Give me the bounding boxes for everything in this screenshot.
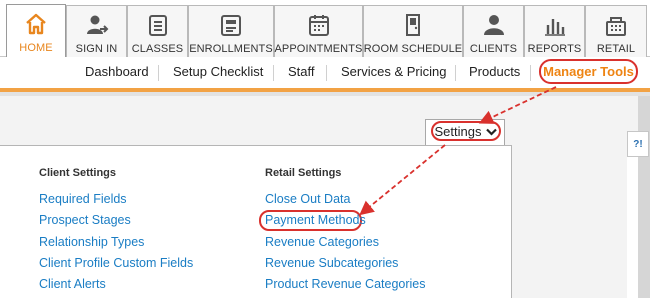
link-required-fields[interactable]: Required Fields: [39, 192, 127, 206]
link-client-alerts[interactable]: Client Alerts: [39, 277, 106, 291]
client-settings-heading: Client Settings: [39, 167, 117, 179]
subnav-divider: [530, 65, 531, 81]
enrollments-icon: [218, 12, 244, 38]
link-payment-methods[interactable]: Payment Methods: [265, 213, 366, 227]
link-product-revenue-categories[interactable]: Product Revenue Categories: [265, 277, 426, 291]
subnav-setup-checklist[interactable]: Setup Checklist: [173, 64, 263, 79]
vertical-scrollbar[interactable]: [638, 96, 650, 298]
subnav-divider: [158, 65, 159, 81]
classes-icon: [145, 12, 171, 38]
tab-label: ENROLLMENTS: [189, 43, 273, 55]
link-revenue-subcategories[interactable]: Revenue Subcategories: [265, 256, 398, 270]
tab-label: HOME: [19, 42, 53, 54]
top-navigation: HOME SIGN IN CLASSES ENROLLMENTS APPOINT…: [0, 0, 650, 58]
tab-classes[interactable]: CLASSES: [127, 5, 188, 57]
subnav-dashboard[interactable]: Dashboard: [85, 64, 149, 79]
tab-appointments[interactable]: APPOINTMENTS: [274, 5, 363, 57]
sub-navigation: Dashboard Setup Checklist Staff Services…: [0, 57, 650, 88]
link-revenue-categories[interactable]: Revenue Categories: [265, 235, 379, 249]
subnav-services-pricing[interactable]: Services & Pricing: [341, 64, 446, 79]
reports-icon: [542, 12, 568, 38]
page-background: [512, 146, 627, 298]
tab-retail[interactable]: RETAIL: [585, 5, 647, 57]
settings-label: Settings: [434, 123, 482, 139]
settings-dropdown-button[interactable]: Settings: [431, 121, 501, 141]
subnav-staff[interactable]: Staff: [288, 64, 315, 79]
tab-label: SIGN IN: [75, 43, 118, 55]
tab-label: APPOINTMENTS: [274, 43, 363, 55]
help-icon[interactable]: ?!: [627, 131, 649, 157]
room-schedule-icon: [400, 12, 426, 38]
tab-enrollments[interactable]: ENROLLMENTS: [188, 5, 274, 57]
tab-label: CLASSES: [131, 43, 184, 55]
tab-home[interactable]: HOME: [6, 4, 66, 58]
subnav-products[interactable]: Products: [469, 64, 520, 79]
chevron-down-icon: [486, 124, 498, 139]
link-relationship-types[interactable]: Relationship Types: [39, 235, 144, 249]
subnav-divider: [326, 65, 327, 81]
tab-label: RETAIL: [596, 43, 636, 55]
tab-sign-in[interactable]: SIGN IN: [66, 5, 127, 57]
retail-icon: [603, 12, 629, 38]
tab-reports[interactable]: REPORTS: [524, 5, 585, 57]
retail-settings-heading: Retail Settings: [265, 167, 342, 179]
tab-room-schedule[interactable]: ROOM SCHEDULE: [363, 5, 463, 57]
home-icon: [23, 11, 49, 37]
subnav-manager-tools[interactable]: Manager Tools: [539, 59, 638, 84]
link-client-profile-custom-fields[interactable]: Client Profile Custom Fields: [39, 256, 193, 270]
tab-label: ROOM SCHEDULE: [363, 43, 463, 55]
tab-label: CLIENTS: [469, 43, 518, 55]
settings-toolbar: [0, 96, 650, 146]
link-prospect-stages[interactable]: Prospect Stages: [39, 213, 131, 227]
subnav-divider: [273, 65, 274, 81]
tab-clients[interactable]: CLIENTS: [463, 5, 524, 57]
sign-in-icon: [84, 12, 110, 38]
tab-label: REPORTS: [527, 43, 582, 55]
link-close-out-data[interactable]: Close Out Data: [265, 192, 350, 206]
clients-icon: [481, 12, 507, 38]
appointments-icon: [306, 12, 332, 38]
subnav-divider: [455, 65, 456, 81]
